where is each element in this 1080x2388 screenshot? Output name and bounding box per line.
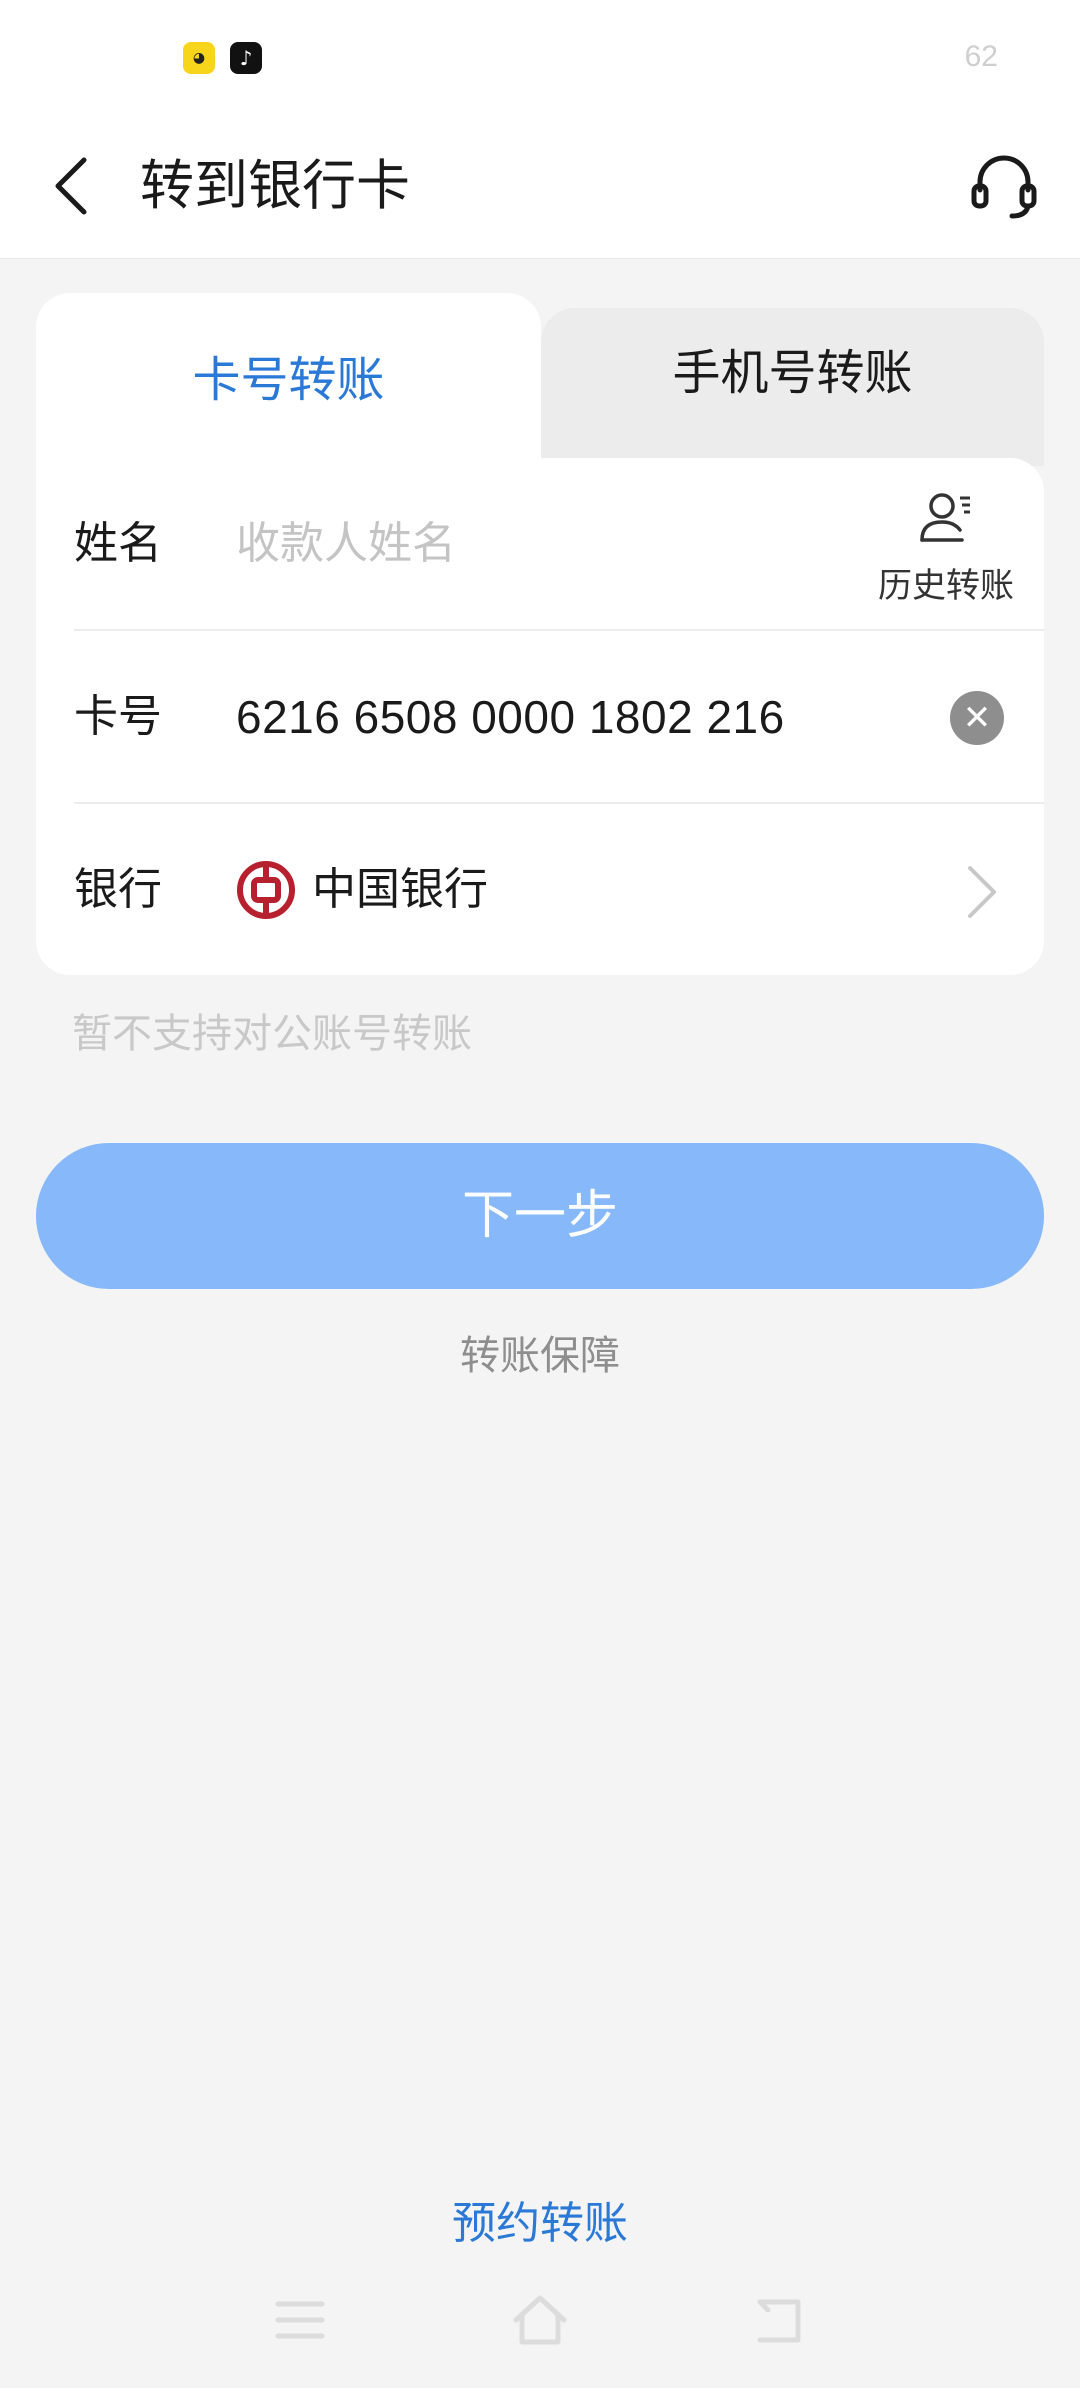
card-number-row: 卡号 6216 6508 0000 1802 216 ✕ (36, 631, 1044, 804)
menu-icon[interactable] (270, 2290, 330, 2350)
name-row: 姓名 收款人姓名 历史转账 (36, 458, 1044, 631)
corporate-account-notice: 暂不支持对公账号转账 (72, 1011, 472, 1057)
next-step-button[interactable]: 下一步 (36, 1143, 1044, 1289)
chevron-left-icon (55, 157, 87, 215)
tab-phone-transfer-label[interactable]: 手机号转账 (541, 308, 1044, 438)
contact-history-icon (920, 493, 970, 542)
transfer-guarantee-link[interactable]: 转账保障 (0, 1328, 1080, 1384)
history-transfer-label: 历史转账 (878, 566, 1014, 606)
next-step-label: 下一步 (461, 1186, 618, 1246)
system-nav-bar (0, 2290, 1080, 2360)
tiktok-app-icon: ♪ (230, 42, 262, 74)
history-transfer-button[interactable]: 历史转账 (856, 488, 1036, 608)
headset-icon (971, 155, 1037, 219)
card-number-label: 卡号 (74, 691, 162, 742)
close-icon: ✕ (962, 698, 992, 738)
home-icon[interactable] (510, 2290, 570, 2350)
name-label: 姓名 (74, 518, 162, 569)
tab-card-transfer-label[interactable]: 卡号转账 (36, 293, 541, 468)
bank-row[interactable]: 银行 中国银行 (36, 804, 1044, 976)
bank-label: 银行 (74, 864, 162, 915)
game-app-icon: ◕ (183, 42, 215, 74)
chevron-right-icon (968, 866, 996, 918)
bank-of-china-logo-icon (237, 861, 295, 919)
page-title: 转到银行卡 (140, 154, 410, 217)
card-number-input[interactable]: 6216 6508 0000 1802 216 (236, 631, 785, 803)
clear-button[interactable]: ✕ (950, 691, 1004, 745)
back-button[interactable] (48, 150, 96, 222)
customer-service-button[interactable] (968, 150, 1040, 222)
name-input[interactable]: 收款人姓名 (236, 458, 456, 630)
bank-name: 中国银行 (312, 864, 488, 915)
top-bar: ◕ ♪ 62 转到银行卡 (0, 0, 1080, 259)
scheduled-transfer-link[interactable]: 预约转账 (0, 2194, 1080, 2254)
back-nav-icon[interactable] (750, 2290, 810, 2350)
status-text: 62 (964, 40, 998, 73)
